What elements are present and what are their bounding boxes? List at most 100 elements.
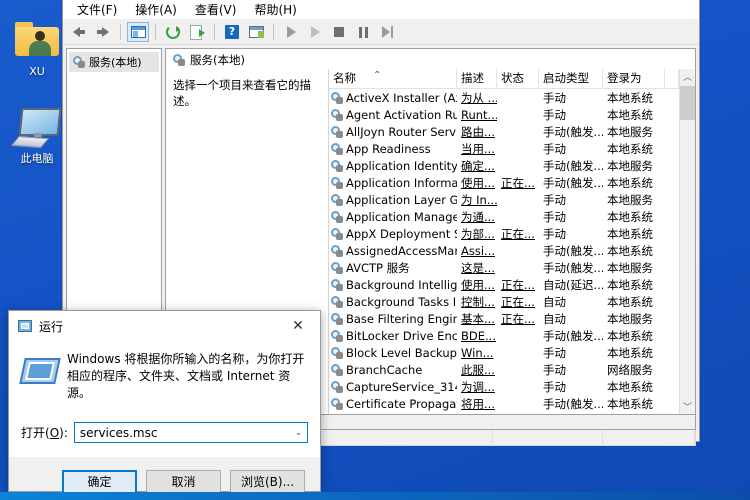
cell-name: Agent Activation Runtime... [329,108,457,122]
service-icon [331,193,343,206]
scrollbar-track[interactable] [680,84,695,399]
scrollbar-thumb[interactable] [680,86,695,120]
cell-log-on-as: 本地系统 [607,175,653,190]
cell-startup-type: 手动 [543,226,566,241]
menu-file[interactable]: 文件(F) [68,0,126,20]
service-icon [331,91,343,104]
status-section-2 [493,430,603,445]
run-command-input[interactable]: services.msc ⌄ [73,422,308,443]
cell-log-on-as: 本地系统 [607,107,653,122]
menu-action[interactable]: 操作(A) [126,0,186,20]
help-icon[interactable]: ? [221,22,243,42]
stop-service-icon[interactable] [328,22,350,42]
results-pane-title: 服务(本地) [190,53,245,67]
toolbar-separator [155,24,156,40]
cell-description: 确定... [461,158,495,173]
run-dialog-title: 运行 [39,319,64,334]
service-icon [331,244,343,257]
chevron-down-icon[interactable]: ⌄ [290,423,307,442]
table-row[interactable]: Application Information 使用... 正在... 手动(触发..… [329,174,679,191]
cell-log-on-as: 本地系统 [607,226,653,241]
table-row[interactable]: Application Identity 确定... 手动(触发... 本地服务 [329,157,679,174]
table-row[interactable]: Client License Service (Cli...提供...正在...… [329,412,679,415]
cell-log-on-as: 本地系统 [607,141,653,156]
cell-description: 这是... [461,260,495,275]
table-row[interactable]: Certificate Propagation将用...手动(触发...本地系统 [329,395,679,412]
status-section-3 [603,430,695,445]
table-row[interactable]: Background Tasks Infras... 控制... 正在... 自动 本地… [329,293,679,310]
taskbar[interactable] [0,492,750,500]
run-command-value[interactable]: services.msc [80,426,290,440]
service-icon [331,329,343,342]
cell-startup-type: 手动 [543,362,566,377]
restart-service-icon[interactable] [376,22,398,42]
table-row[interactable]: Agent Activation Runtime... Runt... 手动 本地系统 [329,106,679,123]
scroll-down-button[interactable]: ﹀ [680,399,695,414]
table-row[interactable]: Application Management 为通... 手动 本地系统 [329,208,679,225]
table-row[interactable]: Base Filtering Engine 基本... 正在... 自动 本地服务 [329,310,679,327]
pause-service-icon[interactable] [352,22,374,42]
table-row[interactable]: BranchCache 此服... 手动 网络服务 [329,361,679,378]
table-row[interactable]: App Readiness 当用... 手动 本地系统 [329,140,679,157]
run-window-glyph-icon [19,354,61,384]
back-icon[interactable] [68,22,90,42]
run-dialog-title-bar[interactable]: 运行 ✕ [9,311,320,341]
table-row[interactable]: AVCTP 服务 这是... 手动(触发... 本地服务 [329,259,679,276]
close-icon[interactable]: ✕ [276,311,320,340]
cell-log-on-as: 本地系统 [607,209,653,224]
cell-log-on-as: 本地系统 [607,379,653,394]
show-hide-console-tree-icon[interactable] [127,22,149,42]
table-row[interactable]: Background Intelligent T... 使用... 正在... 自动(… [329,276,679,293]
table-row[interactable]: CaptureService_314d3 为调... 手动 本地系统 [329,378,679,395]
menu-view[interactable]: 查看(V) [186,0,246,20]
refresh-icon[interactable] [162,22,184,42]
cell-log-on-as: 本地服务 [607,192,653,207]
cell-name: Application Identity [329,159,457,173]
browse-button[interactable]: 浏览(B)... [230,470,305,494]
scroll-up-button[interactable]: ︿ [680,69,695,84]
column-header-status[interactable]: 状态 [497,69,539,88]
service-icon [331,159,343,172]
cell-description: 使用... [461,175,495,190]
cell-name: Application Layer Gatewa... [329,193,457,207]
cell-name: Base Filtering Engine [329,312,457,326]
desktop-icon-this-pc[interactable]: 此电脑 [6,105,68,165]
show-hide-action-pane-icon[interactable] [245,22,267,42]
service-icon [331,312,343,325]
table-row[interactable]: BitLocker Drive Encryptio... BDE... 手动(触发.… [329,327,679,344]
cell-description: Runt... [461,107,497,122]
table-row[interactable]: Block Level Backup Engi... Win... 手动 本地系统 [329,344,679,361]
service-icon [331,397,343,410]
cell-status: 正在... [501,294,535,309]
column-header-name[interactable]: 名称 ⌃ [329,69,457,88]
table-row[interactable]: ActiveX Installer (AxInstSV) 为从 ... 手动 本地系统 [329,89,679,106]
cell-description: 为调... [461,379,495,394]
cell-log-on-as: 本地系统 [607,277,653,292]
table-row[interactable]: Application Layer Gatewa... 为 In... 手动 本地服务 [329,191,679,208]
cell-startup-type: 自动 [543,311,566,326]
ok-button[interactable]: 确定 [62,470,137,494]
cell-description: 将用... [461,396,495,411]
desktop-icon-user-folder[interactable]: XU [6,18,68,78]
export-list-icon[interactable] [186,22,208,42]
cell-startup-type: 手动(触发... [543,124,603,139]
cell-name: Certificate Propagation [329,397,457,411]
column-header-log-on-as[interactable]: 登录为 [603,69,665,88]
resume-service-icon[interactable] [304,22,326,42]
column-header-filler [665,69,679,88]
column-header-startup-type[interactable]: 启动类型 [539,69,603,88]
menu-help[interactable]: 帮助(H) [245,0,305,20]
table-row[interactable]: AllJoyn Router Service 路由... 手动(触发... 本地服务 [329,123,679,140]
service-icon [331,295,343,308]
service-icon [331,261,343,274]
start-service-icon[interactable] [280,22,302,42]
cancel-button[interactable]: 取消 [146,470,221,494]
forward-icon[interactable] [92,22,114,42]
table-row[interactable]: AssignedAccessManager... Assi... 手动(触发... 本… [329,242,679,259]
tree-node-services-local[interactable]: 服务(本地) [69,52,159,72]
column-header-description[interactable]: 描述 [457,69,497,88]
toolbar-separator [273,24,274,40]
vertical-scrollbar[interactable]: ︿ ﹀ [679,69,695,414]
table-row[interactable]: AppX Deployment Servic... 为部... 正在... 手动 本地系… [329,225,679,242]
cell-description: 提供... [457,413,497,415]
